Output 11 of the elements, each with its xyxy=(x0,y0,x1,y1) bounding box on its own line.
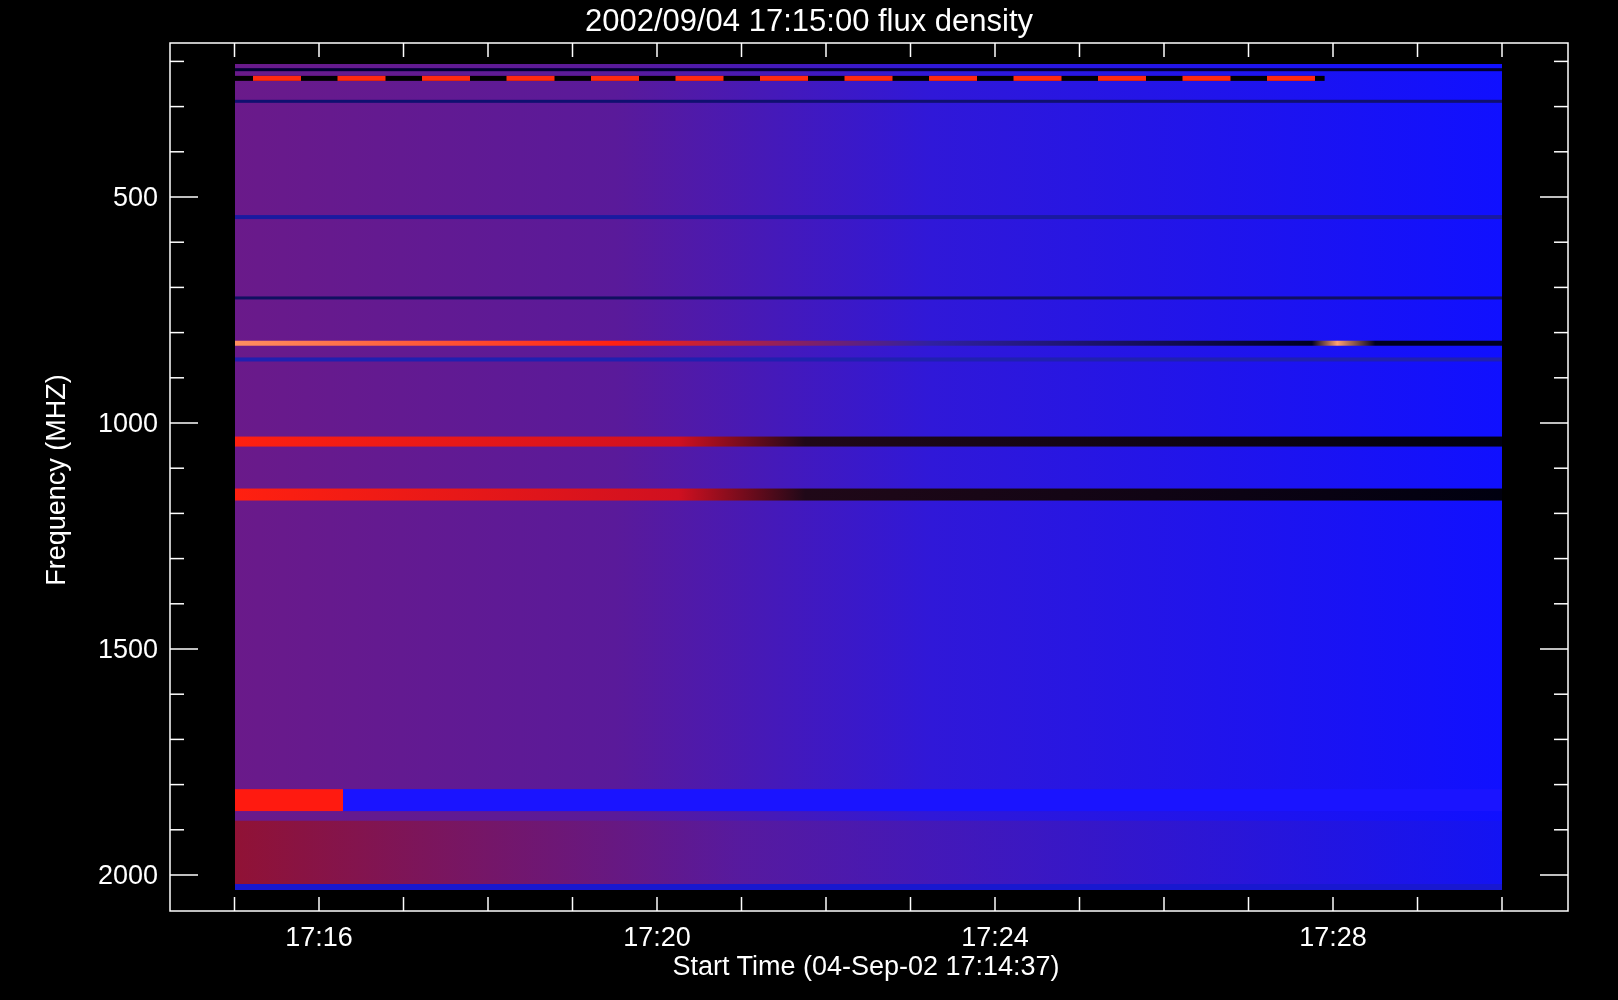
y-tick-label: 2000 xyxy=(97,860,158,890)
x-axis-label: Start Time (04-Sep-02 17:14:37) xyxy=(672,951,1060,981)
x-tick-label: 17:20 xyxy=(623,922,691,952)
x-tick-label: 17:24 xyxy=(961,922,1029,952)
y-tick-label: 1500 xyxy=(97,634,158,664)
y-tick-label: 1000 xyxy=(97,408,158,438)
x-tick-label: 17:28 xyxy=(1299,922,1367,952)
chart-title: 2002/09/04 17:15:00 flux density xyxy=(584,3,1034,38)
y-axis-label: Frequency (MHZ) xyxy=(41,374,71,586)
x-tick-label: 17:16 xyxy=(285,922,353,952)
y-tick-label: 500 xyxy=(112,182,158,212)
